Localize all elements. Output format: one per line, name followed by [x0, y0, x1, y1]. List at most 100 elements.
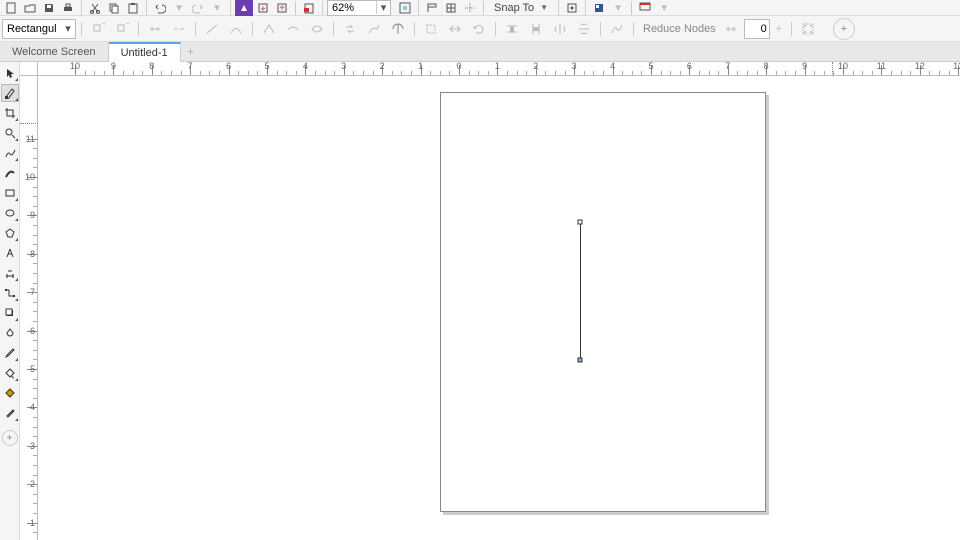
snap-to-dropdown[interactable]: Snap To ▼	[488, 0, 554, 16]
launch-dropdown-icon[interactable]: ▾	[609, 0, 627, 16]
separator	[418, 1, 419, 15]
rotate-nodes-button[interactable]	[468, 18, 490, 40]
zoom-tool[interactable]	[1, 124, 19, 142]
crop-tool[interactable]	[1, 104, 19, 122]
reverse-direction-button[interactable]	[339, 18, 361, 40]
shape-tool[interactable]	[1, 84, 19, 102]
parallel-dimension-tool[interactable]	[1, 264, 19, 282]
chevron-down-icon[interactable]: ▾	[61, 22, 75, 35]
freehand-tool[interactable]	[1, 144, 19, 162]
symmetrical-node-button[interactable]	[306, 18, 328, 40]
redo-dropdown-icon[interactable]: ▾	[208, 0, 226, 16]
drawn-line-object[interactable]	[580, 222, 581, 360]
full-screen-button[interactable]	[396, 0, 414, 16]
open-button[interactable]	[21, 0, 39, 16]
separator	[195, 22, 196, 36]
line-start-node[interactable]	[578, 220, 583, 225]
toolbox-customize-button[interactable]: +	[2, 430, 18, 446]
to-curve-button[interactable]	[225, 18, 247, 40]
toolbox: +	[0, 62, 20, 540]
app-dd-icon[interactable]: ▾	[655, 0, 673, 16]
copy-button[interactable]	[105, 0, 123, 16]
export-button[interactable]	[273, 0, 291, 16]
add-node-button[interactable]: +	[87, 18, 109, 40]
pick-tool[interactable]	[1, 64, 19, 82]
snap-to-label: Snap To	[494, 2, 534, 14]
text-tool[interactable]	[1, 244, 19, 262]
align-nodes-v-button[interactable]	[525, 18, 547, 40]
import-button[interactable]	[254, 0, 272, 16]
vertical-ruler[interactable]: 11109876543210	[20, 76, 38, 540]
line-end-node[interactable]	[578, 358, 583, 363]
options-button[interactable]	[563, 0, 581, 16]
publish-pdf-button[interactable]	[300, 0, 318, 16]
app-dropdown-button[interactable]	[636, 0, 654, 16]
outline-pen-tool[interactable]	[1, 404, 19, 422]
show-grid-button[interactable]	[442, 0, 460, 16]
reflect-nodes-h-button[interactable]	[549, 18, 571, 40]
select-all-nodes-button[interactable]	[797, 18, 819, 40]
break-node-button[interactable]	[168, 18, 190, 40]
ellipse-tool[interactable]	[1, 204, 19, 222]
elastic-mode-button[interactable]	[606, 18, 628, 40]
tab-untitled-1[interactable]: Untitled-1	[109, 42, 181, 62]
search-content-button[interactable]	[235, 0, 253, 16]
separator	[230, 1, 231, 15]
svg-text:−: −	[126, 22, 129, 30]
workspace[interactable]: 10987654321012345678910111213 1110987654…	[20, 62, 960, 540]
selection-mode-combo[interactable]: ▾	[2, 19, 76, 39]
undo-dropdown-icon[interactable]: ▾	[170, 0, 188, 16]
zoom-level-input[interactable]	[328, 2, 376, 14]
align-nodes-h-button[interactable]	[501, 18, 523, 40]
artistic-media-tool[interactable]	[1, 164, 19, 182]
svg-text:+: +	[102, 22, 105, 30]
ruler-origin-corner[interactable]	[20, 62, 38, 76]
property-bar: ▾ + − Reduce Nodes + +	[0, 16, 960, 42]
close-curve-button[interactable]	[420, 18, 442, 40]
separator	[585, 1, 586, 15]
rectangle-tool[interactable]	[1, 184, 19, 202]
delete-node-button[interactable]: −	[111, 18, 133, 40]
interactive-fill-tool[interactable]	[1, 364, 19, 382]
launch-button[interactable]	[590, 0, 608, 16]
extend-curve-button[interactable]	[363, 18, 385, 40]
color-eyedropper-tool[interactable]	[1, 344, 19, 362]
polygon-tool[interactable]	[1, 224, 19, 242]
paste-button[interactable]	[124, 0, 142, 16]
stretch-nodes-button[interactable]	[444, 18, 466, 40]
reduce-nodes-input[interactable]	[745, 23, 769, 35]
transparency-tool[interactable]	[1, 324, 19, 342]
smooth-node-button[interactable]	[282, 18, 304, 40]
save-button[interactable]	[40, 0, 58, 16]
undo-button[interactable]	[151, 0, 169, 16]
new-doc-button[interactable]	[2, 0, 20, 16]
drop-shadow-tool[interactable]	[1, 304, 19, 322]
print-button[interactable]	[59, 0, 77, 16]
separator	[146, 1, 147, 15]
new-tab-button[interactable]: +	[181, 46, 201, 58]
to-line-button[interactable]	[201, 18, 223, 40]
show-guidelines-button[interactable]	[461, 0, 479, 16]
horizontal-ruler[interactable]: 10987654321012345678910111213	[38, 62, 960, 76]
tab-label: Welcome Screen	[12, 46, 96, 58]
show-rulers-button[interactable]	[423, 0, 441, 16]
zoom-dropdown-icon[interactable]: ▾	[376, 1, 390, 14]
connector-tool[interactable]	[1, 284, 19, 302]
join-nodes-button[interactable]	[144, 18, 166, 40]
tab-welcome-screen[interactable]: Welcome Screen	[0, 42, 109, 62]
spin-up-button[interactable]: +	[772, 18, 786, 40]
reflect-nodes-v-button[interactable]	[573, 18, 595, 40]
zoom-level-combo[interactable]: ▾	[327, 0, 391, 16]
cut-button[interactable]	[86, 0, 104, 16]
drawing-page	[440, 92, 766, 512]
smart-fill-tool[interactable]	[1, 384, 19, 402]
ruler-cursor-marker-h	[832, 62, 833, 76]
extract-subpath-button[interactable]	[387, 18, 409, 40]
selection-mode-input[interactable]	[3, 23, 61, 35]
redo-button[interactable]	[189, 0, 207, 16]
canvas[interactable]	[38, 76, 960, 540]
cusp-node-button[interactable]	[258, 18, 280, 40]
quick-customize-button[interactable]: +	[833, 18, 855, 40]
separator	[495, 22, 496, 36]
reduce-nodes-spinner[interactable]	[744, 19, 770, 39]
